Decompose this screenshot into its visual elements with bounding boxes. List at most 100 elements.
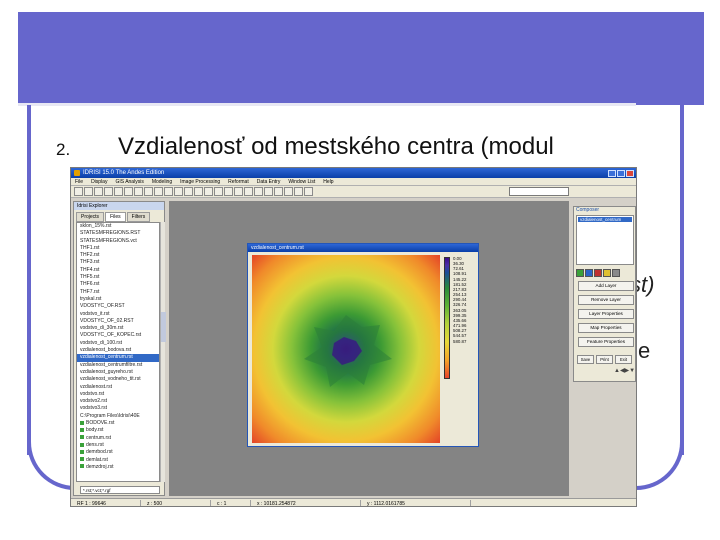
file-list-item[interactable]: THF3.rst bbox=[77, 259, 159, 266]
pan-arrows-icon[interactable]: ▲◀▶▼ bbox=[614, 367, 635, 374]
file-list-item[interactable]: VDOSTYC_OF_KOPEC.rst bbox=[77, 332, 159, 339]
file-list: sklon_15%.rst STATESMFREGIONS.RST STATESMF… bbox=[76, 222, 160, 482]
file-list-item[interactable]: vzdialenost_bodova.rst bbox=[77, 347, 159, 354]
file-list-item[interactable]: demrbod.rst bbox=[77, 449, 159, 456]
toolbar-tool-icon[interactable] bbox=[184, 187, 193, 196]
toolbar-tool-icon[interactable] bbox=[124, 187, 133, 196]
file-list-item[interactable]: C:\Program Files\Idrisi\40E bbox=[77, 413, 159, 420]
menu-item[interactable]: Image Processing bbox=[180, 179, 220, 185]
file-list-item[interactable]: THF4.rst bbox=[77, 267, 159, 274]
toolbar-tool-icon[interactable] bbox=[304, 187, 313, 196]
file-list-item[interactable]: THF6.rst bbox=[77, 281, 159, 288]
yellow-swatch-icon[interactable] bbox=[603, 269, 611, 277]
red-swatch-icon[interactable] bbox=[594, 269, 602, 277]
file-list-item[interactable]: VDOSTYC_OF.RST bbox=[77, 303, 159, 310]
layer-properties-button[interactable]: Layer Properties bbox=[578, 309, 634, 319]
file-list-item[interactable]: demzdroj.rst bbox=[77, 464, 159, 471]
toolbar-tool-icon[interactable] bbox=[174, 187, 183, 196]
file-list-item[interactable]: vodstvo3.rst bbox=[77, 405, 159, 412]
legend-labels: 0.00 36.30 72.61 108.91 145.22 181.52 217.83 25… bbox=[453, 256, 479, 344]
menu-item[interactable]: Reformat bbox=[228, 179, 249, 185]
remove-layer-button[interactable]: Remove Layer bbox=[578, 295, 634, 305]
toolbar-tool-icon[interactable] bbox=[284, 187, 293, 196]
toolbar-tool-icon[interactable] bbox=[114, 187, 123, 196]
toolbar-tool-icon[interactable] bbox=[154, 187, 163, 196]
composer-layer-item[interactable]: vzdialenost_centrum bbox=[578, 217, 632, 222]
toolbar-tool-icon[interactable] bbox=[234, 187, 243, 196]
file-list-item[interactable]: VDOSTYC_OF_02.RST bbox=[77, 318, 159, 325]
toolbar-tool-icon[interactable] bbox=[104, 187, 113, 196]
feature-properties-button[interactable]: Feature Properties bbox=[578, 337, 634, 347]
toolbar-tool-icon[interactable] bbox=[254, 187, 263, 196]
file-list-item[interactable]: body.rst bbox=[77, 427, 159, 434]
menu-item[interactable]: Data Entry bbox=[257, 179, 281, 185]
file-list-item[interactable]: vzdialenost_guyreho.rst bbox=[77, 369, 159, 376]
map-window[interactable]: vzdialenost_centrum.rst 0.00 36.30 72.61… bbox=[247, 243, 479, 447]
file-list-item[interactable]: THF7.rst bbox=[77, 289, 159, 296]
toolbar-tool-icon[interactable] bbox=[84, 187, 93, 196]
toolbar-tool-icon[interactable] bbox=[194, 187, 203, 196]
file-list-item[interactable]: BODOVE.rst bbox=[77, 420, 159, 427]
file-list-item[interactable]: vzdialenost_centrumfiltre.rst bbox=[77, 362, 159, 369]
toolbar-tool-icon[interactable] bbox=[214, 187, 223, 196]
file-list-item[interactable]: vodstvo2.rst bbox=[77, 398, 159, 405]
file-list-item[interactable]: STATESMFREGIONS.RST bbox=[77, 230, 159, 237]
toolbar-tool-icon[interactable] bbox=[94, 187, 103, 196]
print-button[interactable]: Print bbox=[596, 355, 613, 364]
file-list-item[interactable]: vzdialenost_centrum.rst bbox=[77, 354, 159, 362]
menu-item[interactable]: Display bbox=[91, 179, 107, 185]
file-list-item[interactable]: vodstvo_it.rst bbox=[77, 311, 159, 318]
file-list-item[interactable]: vzdialenost.rst bbox=[77, 384, 159, 391]
status-cell: x : 10181.254872 bbox=[251, 499, 361, 506]
app-title: IDRISI 15.0 The Andes Edition bbox=[83, 170, 165, 176]
explorer-tab[interactable]: Files bbox=[105, 212, 126, 222]
composer-swatches bbox=[576, 269, 620, 277]
file-list-item[interactable]: vodstvo.rst bbox=[77, 391, 159, 398]
frame-left-line bbox=[27, 105, 31, 455]
toolbar-tool-icon[interactable] bbox=[244, 187, 253, 196]
file-filter-input[interactable]: *.rst;*.vct;*.rgf bbox=[80, 486, 160, 494]
gray-swatch-icon[interactable] bbox=[612, 269, 620, 277]
toolbar-tool-icon[interactable] bbox=[264, 187, 273, 196]
minimize-icon[interactable] bbox=[608, 169, 616, 177]
file-list-item[interactable]: THF1.rst bbox=[77, 245, 159, 252]
toolbar-tool-icon[interactable] bbox=[274, 187, 283, 196]
file-list-item[interactable]: STATESMFREGIONS.vct bbox=[77, 238, 159, 245]
toolbar-tool-icon[interactable] bbox=[74, 187, 83, 196]
add-layer-button[interactable]: Add Layer bbox=[578, 281, 634, 291]
toolbar-tool-icon[interactable] bbox=[204, 187, 213, 196]
menu-item[interactable]: Help bbox=[323, 179, 333, 185]
toolbar-tool-icon[interactable] bbox=[294, 187, 303, 196]
toolbar-tool-icon[interactable] bbox=[144, 187, 153, 196]
toolbar-tool-icon[interactable] bbox=[224, 187, 233, 196]
toolbar-tool-icon[interactable] bbox=[134, 187, 143, 196]
toolbar-combo[interactable] bbox=[509, 187, 569, 196]
close-icon[interactable] bbox=[626, 169, 634, 177]
toolbar-tool-icon[interactable] bbox=[164, 187, 173, 196]
exit-button[interactable]: Exit bbox=[615, 355, 632, 364]
menu-item[interactable]: Window List bbox=[288, 179, 315, 185]
maximize-icon[interactable] bbox=[617, 169, 625, 177]
file-list-item[interactable]: centrum.rst bbox=[77, 435, 159, 442]
explorer-tab[interactable]: Filters bbox=[126, 212, 151, 222]
explorer-tabs: Projects Files Filters bbox=[74, 210, 164, 222]
file-list-item[interactable]: vodstvo_di_100.rst bbox=[77, 340, 159, 347]
file-list-item[interactable]: sklon_15%.rst bbox=[77, 223, 159, 230]
file-list-item[interactable]: THF5.rst bbox=[77, 274, 159, 281]
file-list-item[interactable]: dens.rst bbox=[77, 442, 159, 449]
scroll-thumb[interactable] bbox=[161, 312, 166, 342]
file-list-item[interactable]: vodstvo_di_30m.rst bbox=[77, 325, 159, 332]
map-properties-button[interactable]: Map Properties bbox=[578, 323, 634, 333]
file-list-item[interactable]: vzdialenost_vodneho_tit.rst bbox=[77, 376, 159, 383]
explorer-tab[interactable]: Projects bbox=[76, 212, 105, 222]
save-button[interactable]: Save bbox=[577, 355, 594, 364]
file-list-item[interactable]: THF2.rst bbox=[77, 252, 159, 259]
menu-item[interactable]: Modeling bbox=[152, 179, 172, 185]
file-list-scrollbar[interactable] bbox=[160, 222, 166, 482]
blue-swatch-icon[interactable] bbox=[585, 269, 593, 277]
green-swatch-icon[interactable] bbox=[576, 269, 584, 277]
menu-item[interactable]: GIS Analysis bbox=[115, 179, 143, 185]
file-list-item[interactable]: demlat.rst bbox=[77, 457, 159, 464]
menu-item[interactable]: File bbox=[75, 179, 83, 185]
file-list-item[interactable]: tryskal.rst bbox=[77, 296, 159, 303]
